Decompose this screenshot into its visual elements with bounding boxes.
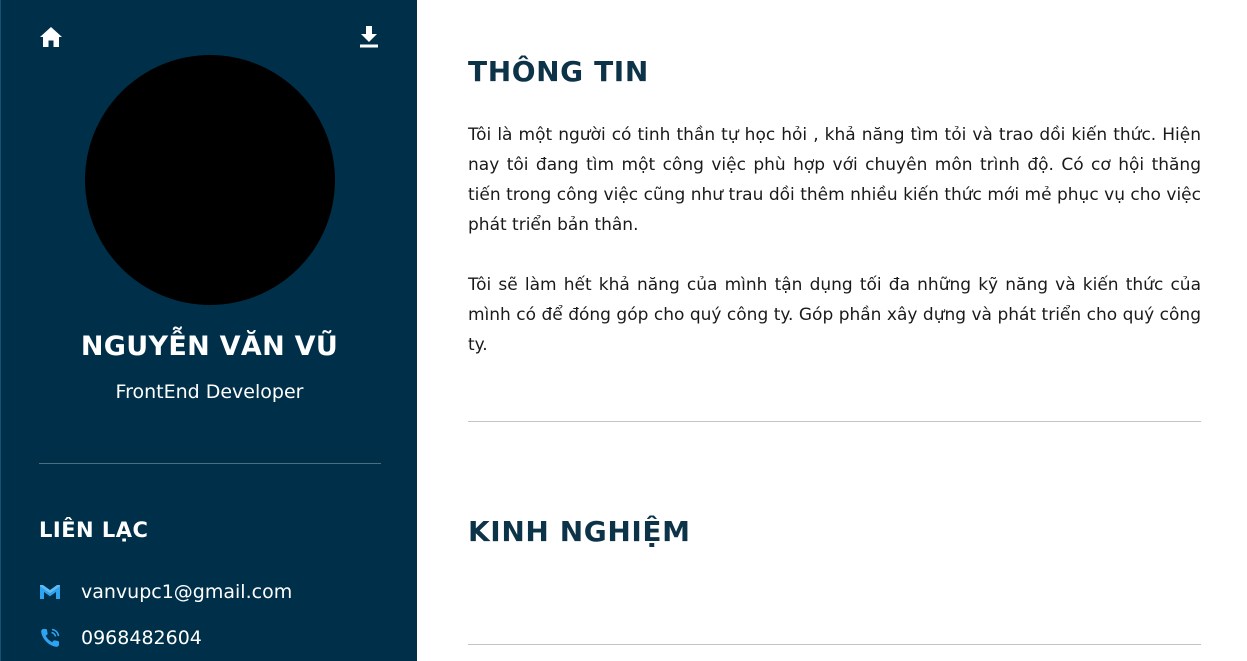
sidebar-divider	[39, 463, 381, 464]
gmail-icon	[39, 581, 61, 603]
info-paragraph-2: Tôi sẽ làm hết khả năng của mình tận dụn…	[468, 275, 1201, 355]
main-content: THÔNG TIN Tôi là một người có tinh thần …	[468, 0, 1201, 661]
contact-phone-row[interactable]: 0968482604	[39, 624, 202, 652]
info-paragraph-1: Tôi là một người có tinh thần tự học hỏi…	[468, 125, 1201, 235]
section-divider	[468, 421, 1201, 422]
profile-sidebar: NGUYỄN VĂN VŨ FrontEnd Developer LIÊN LẠ…	[0, 0, 417, 661]
profile-name: NGUYỄN VĂN VŨ	[80, 331, 339, 362]
download-button[interactable]	[356, 24, 382, 50]
contact-email[interactable]: vanvupc1@gmail.com	[81, 581, 292, 603]
avatar	[85, 55, 335, 305]
contact-title: LIÊN LẠC	[39, 518, 149, 542]
section-divider	[468, 644, 1201, 645]
download-icon	[360, 26, 378, 48]
contact-email-row[interactable]: vanvupc1@gmail.com	[39, 578, 292, 606]
phone-icon	[39, 627, 61, 649]
home-button[interactable]	[38, 24, 64, 50]
home-icon	[40, 27, 62, 47]
profile-role: FrontEnd Developer	[115, 381, 304, 403]
cv-page: NGUYỄN VĂN VŨ FrontEnd Developer LIÊN LẠ…	[0, 0, 1247, 661]
experience-title: KINH NGHIỆM	[468, 515, 691, 548]
info-title: THÔNG TIN	[468, 55, 649, 88]
contact-phone[interactable]: 0968482604	[81, 627, 202, 649]
